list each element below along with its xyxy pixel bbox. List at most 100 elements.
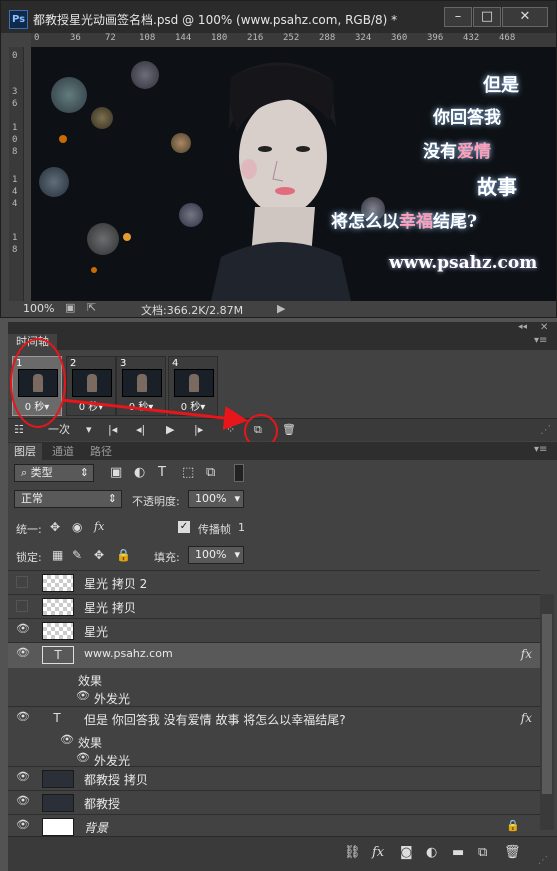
close-button[interactable]: ✕ bbox=[502, 7, 548, 27]
lock-all-icon[interactable]: 🔒 bbox=[116, 548, 131, 562]
search-icon: ⌕ bbox=[21, 466, 28, 479]
poem-line: 将怎么以幸福结尾? bbox=[331, 207, 477, 232]
bokeh-light bbox=[39, 167, 69, 197]
new-layer-icon[interactable]: ⧉ bbox=[478, 845, 487, 860]
add-mask-icon[interactable]: ◙ bbox=[400, 845, 413, 860]
convert-timeline-icon[interactable]: ☷ bbox=[14, 422, 24, 438]
poem-line-part: 没有 bbox=[423, 142, 457, 162]
ruler-tick: 288 bbox=[319, 33, 336, 43]
eye-icon[interactable]: 👁 bbox=[16, 711, 30, 722]
opacity-input[interactable]: 100% ▾ bbox=[188, 490, 244, 508]
fx-icon[interactable]: fx bbox=[521, 647, 532, 661]
layer-thumbnail bbox=[42, 598, 74, 616]
ruler-tick: 1 bbox=[12, 233, 18, 243]
filter-smartobject-icon[interactable]: ⧉ bbox=[206, 465, 215, 480]
panel-menu-icon[interactable]: ▾≡ bbox=[534, 444, 547, 455]
zoom-level[interactable]: 100% bbox=[23, 302, 54, 315]
status-arrange-icon[interactable]: ▣ bbox=[65, 301, 75, 314]
visibility-toggle[interactable] bbox=[16, 576, 28, 588]
tab-layers[interactable]: 图层 bbox=[8, 443, 42, 460]
photoshop-logo-icon: Ps bbox=[9, 10, 28, 29]
scrollbar-thumb[interactable] bbox=[542, 614, 552, 794]
status-bar: 100% ▣ ⇱ 文档:366.2K/2.87M ▶ bbox=[9, 301, 556, 317]
eye-icon[interactable]: 👁 bbox=[16, 623, 30, 634]
ruler-tick: 180 bbox=[211, 33, 228, 43]
text-layer-icon: T bbox=[53, 711, 61, 725]
new-group-icon[interactable]: ▬ bbox=[452, 845, 464, 860]
layer-row[interactable]: 👁 背景 🔒 bbox=[8, 814, 540, 837]
unify-style-icon[interactable]: fx bbox=[94, 520, 104, 533]
filter-kind-select[interactable]: ⌕ 类型 ⇕ bbox=[14, 464, 94, 482]
filter-toggle-switch[interactable] bbox=[234, 464, 244, 482]
eye-icon[interactable]: 👁 bbox=[16, 771, 30, 782]
fill-input[interactable]: 100% ▾ bbox=[188, 546, 244, 564]
eye-icon[interactable]: 👁 bbox=[16, 647, 30, 658]
layer-row[interactable]: 星光 拷贝 bbox=[8, 594, 540, 617]
share-icon[interactable]: ⇱ bbox=[87, 301, 96, 314]
vertical-ruler: 0 3 6 1 0 8 1 4 4 1 8 bbox=[9, 47, 24, 301]
eye-icon[interactable]: 👁 bbox=[60, 734, 74, 745]
poem-highlight: 爱情 bbox=[457, 142, 491, 162]
layer-row[interactable]: 星光 拷贝 2 bbox=[8, 570, 540, 593]
filter-adjustment-icon[interactable]: ◐ bbox=[134, 465, 145, 480]
eye-icon[interactable]: 👁 bbox=[16, 795, 30, 806]
add-style-icon[interactable]: fx bbox=[372, 845, 384, 860]
delete-frame-icon[interactable]: 🗑 bbox=[282, 422, 296, 438]
lock-position-icon[interactable]: ✥ bbox=[94, 548, 104, 562]
link-layers-icon[interactable]: ⛓ bbox=[344, 845, 361, 860]
filter-type-icon[interactable]: T bbox=[158, 465, 166, 480]
resize-grip-icon[interactable]: ⋰ bbox=[538, 855, 548, 866]
timeline-header: ◂◂ ✕ 时间轴 ▾≡ bbox=[8, 322, 557, 350]
layer-name: 星光 拷贝 bbox=[84, 601, 136, 615]
ruler-tick: 108 bbox=[139, 33, 156, 43]
resize-grip-icon[interactable]: ⋰ bbox=[540, 422, 551, 438]
layer-row[interactable]: 👁 星光 bbox=[8, 618, 540, 641]
layer-row[interactable]: 👁 T www.psahz.com fx bbox=[8, 642, 540, 668]
layer-row[interactable]: 👁 T 但是 你回答我 没有爱情 故事 将怎么以幸福结尾? fx bbox=[8, 706, 540, 729]
filter-pixel-icon[interactable]: ▣ bbox=[110, 465, 122, 480]
ruler-tick: 468 bbox=[499, 33, 516, 43]
canvas-image[interactable]: 但是 你回答我 没有爱情 故事 将怎么以幸福结尾? www.psahz.com bbox=[31, 47, 556, 301]
title-bar[interactable]: Ps 都教授星光动画签名档.psd @ 100% (www.psahz.com,… bbox=[1, 1, 556, 33]
ruler-tick: 1 bbox=[12, 175, 18, 185]
layer-row[interactable]: 👁 都教授 bbox=[8, 790, 540, 813]
layer-row[interactable]: 👁 都教授 拷贝 bbox=[8, 766, 540, 789]
filter-shape-icon[interactable]: ⬚ bbox=[182, 465, 194, 480]
poem-line-part: 结尾? bbox=[433, 212, 477, 232]
unify-position-icon[interactable]: ✥ bbox=[50, 520, 60, 534]
blend-mode-select[interactable]: 正常 ⇕ bbox=[14, 490, 122, 508]
tab-paths[interactable]: 路径 bbox=[84, 443, 118, 460]
fx-icon[interactable]: fx bbox=[521, 711, 532, 725]
ruler-tick: 216 bbox=[247, 33, 264, 43]
status-menu-arrow-icon[interactable]: ▶ bbox=[277, 302, 285, 315]
lock-paint-icon[interactable]: ✎ bbox=[72, 548, 82, 562]
ruler-tick: 144 bbox=[175, 33, 192, 43]
layer-thumbnail bbox=[42, 574, 74, 592]
collapse-panel-icon[interactable]: ◂◂ bbox=[518, 322, 527, 332]
ruler-tick: 6 bbox=[12, 99, 18, 109]
delete-layer-icon[interactable]: 🗑 bbox=[504, 845, 521, 860]
eye-icon[interactable]: 👁 bbox=[76, 752, 90, 763]
unify-label: 统一: bbox=[16, 523, 42, 536]
lock-label: 锁定: bbox=[16, 551, 42, 564]
propagate-frame-checkbox[interactable]: ✓ bbox=[178, 521, 190, 533]
ruler-tick: 4 bbox=[12, 187, 18, 197]
eye-icon[interactable]: 👁 bbox=[76, 690, 90, 701]
unify-visibility-icon[interactable]: ◉ bbox=[72, 520, 82, 534]
panel-menu-icon[interactable]: ▾≡ bbox=[534, 335, 547, 346]
eye-icon[interactable]: 👁 bbox=[16, 819, 30, 830]
ruler-tick: 8 bbox=[12, 147, 18, 157]
maximize-button[interactable]: □ bbox=[473, 7, 501, 27]
ruler-tick: 432 bbox=[463, 33, 480, 43]
visibility-toggle[interactable] bbox=[16, 600, 28, 612]
tab-channels[interactable]: 通道 bbox=[46, 443, 80, 460]
adjustment-layer-icon[interactable]: ◐ bbox=[426, 845, 437, 860]
layer-name: www.psahz.com bbox=[84, 647, 173, 660]
dropdown-arrow-icon: ▾ bbox=[234, 548, 240, 561]
minimize-button[interactable]: – bbox=[444, 7, 472, 27]
layers-bottom-bar: ⛓ fx ◙ ◐ ▬ ⧉ 🗑 ⋰ bbox=[8, 836, 557, 871]
lock-transparency-icon[interactable]: ▦ bbox=[52, 548, 63, 562]
close-panel-icon[interactable]: ✕ bbox=[540, 322, 548, 333]
bokeh-light bbox=[171, 133, 191, 153]
document-info: 文档:366.2K/2.87M bbox=[141, 304, 244, 317]
